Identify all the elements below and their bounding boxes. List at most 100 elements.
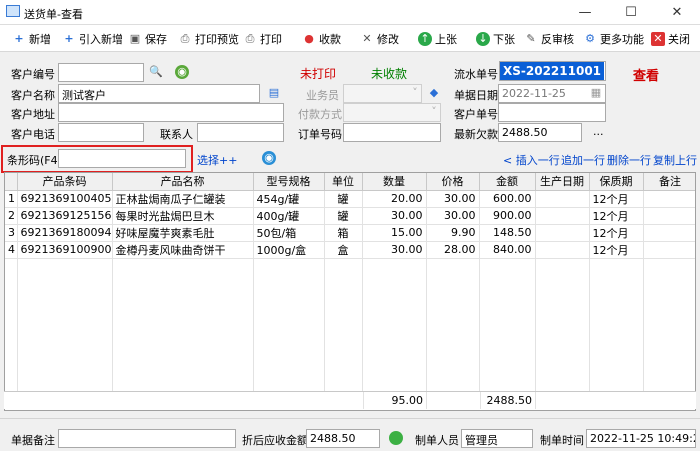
table-cell[interactable]	[112, 360, 254, 377]
table-cell[interactable]	[5, 360, 18, 377]
table-row[interactable]: 1 6921369100405 正林盐焗南瓜子仁罐装 454g/罐罐 20.00 30.0…	[5, 190, 695, 208]
table-cell[interactable]	[589, 326, 644, 343]
table-cell[interactable]: 金樽丹麦风味曲奇饼干	[112, 241, 254, 259]
product-table[interactable]: 产品条码 产品名称 型号规格 单位 数量 价格 金额 生产日期 保质期 备注 1 692136910…	[4, 172, 696, 411]
customer-address-input[interactable]	[58, 103, 284, 122]
table-cell[interactable]	[5, 292, 18, 309]
serial-no-input[interactable]: XS-202211001	[499, 61, 606, 81]
collect-button[interactable]: ● 收款	[302, 29, 341, 49]
save-button[interactable]: ▣ 保存	[128, 29, 167, 49]
table-cell[interactable]	[643, 292, 695, 309]
table-cell[interactable]	[426, 258, 480, 275]
table-cell[interactable]	[479, 309, 536, 326]
table-cell[interactable]: 6921369125156	[17, 207, 113, 225]
table-cell[interactable]	[324, 275, 363, 292]
table-cell[interactable]	[643, 360, 695, 377]
globe-icon[interactable]: ◉	[175, 65, 189, 79]
column-header[interactable]: 单位	[324, 173, 363, 191]
column-header[interactable]: 备注	[643, 173, 695, 191]
table-cell[interactable]: 12个月	[589, 241, 644, 259]
table-cell[interactable]	[535, 207, 590, 225]
table-cell[interactable]: 50包/箱	[253, 224, 325, 242]
table-cell[interactable]	[253, 292, 325, 309]
table-cell[interactable]	[643, 258, 695, 275]
table-cell[interactable]	[426, 326, 480, 343]
customer-card-icon[interactable]: ▤	[267, 86, 281, 100]
table-cell[interactable]	[426, 343, 480, 360]
table-cell[interactable]	[17, 292, 113, 309]
table-cell[interactable]	[362, 258, 427, 275]
table-cell[interactable]	[5, 309, 18, 326]
chevron-down-icon[interactable]: ˅	[427, 105, 441, 119]
print-button[interactable]: ⎙ 打印	[243, 29, 282, 49]
table-cell[interactable]: 30.00	[426, 190, 480, 208]
table-cell[interactable]	[535, 360, 590, 377]
table-cell[interactable]	[643, 275, 695, 292]
table-cell[interactable]: 4	[5, 241, 18, 259]
insert-row-link[interactable]: < 插入一行	[503, 152, 560, 168]
table-cell[interactable]: 28.00	[426, 241, 480, 259]
customer-code-input[interactable]	[58, 63, 144, 82]
table-cell[interactable]	[479, 360, 536, 377]
table-cell[interactable]	[535, 309, 590, 326]
table-cell[interactable]	[253, 360, 325, 377]
table-cell[interactable]	[5, 343, 18, 360]
table-cell[interactable]	[362, 275, 427, 292]
table-cell[interactable]	[17, 360, 113, 377]
next-button[interactable]: ↓ 下张	[476, 29, 515, 49]
lookup-icon[interactable]: 🔍	[149, 65, 163, 79]
globe-icon[interactable]: ◉	[262, 151, 276, 165]
empty-row[interactable]	[5, 343, 695, 360]
table-cell[interactable]: 30.00	[362, 207, 427, 225]
table-cell[interactable]	[643, 309, 695, 326]
table-cell[interactable]	[324, 326, 363, 343]
table-cell[interactable]	[535, 292, 590, 309]
table-cell[interactable]	[426, 292, 480, 309]
calendar-icon[interactable]: ▦	[589, 86, 603, 100]
receivable-input[interactable]: 2488.50	[306, 429, 380, 448]
table-cell[interactable]: 3	[5, 224, 18, 242]
table-cell[interactable]: 1	[5, 190, 18, 208]
table-cell[interactable]	[324, 343, 363, 360]
table-cell[interactable]	[17, 326, 113, 343]
table-cell[interactable]	[535, 326, 590, 343]
customer-doc-input[interactable]	[498, 103, 606, 122]
table-cell[interactable]	[112, 343, 254, 360]
column-header[interactable]: 型号规格	[253, 173, 325, 191]
table-cell[interactable]	[589, 309, 644, 326]
table-cell[interactable]: 9.90	[426, 224, 480, 242]
column-header[interactable]: 价格	[426, 173, 480, 191]
table-cell[interactable]	[589, 292, 644, 309]
table-cell[interactable]: 每果时光盐焗巴旦木	[112, 207, 254, 225]
order-no-input[interactable]	[343, 123, 441, 142]
table-cell[interactable]	[362, 360, 427, 377]
table-cell[interactable]: 20.00	[362, 190, 427, 208]
table-cell[interactable]	[362, 309, 427, 326]
maximize-button[interactable]: ☐	[608, 0, 654, 25]
column-header[interactable]: 保质期	[589, 173, 644, 191]
table-cell[interactable]	[426, 275, 480, 292]
eraser-icon[interactable]: ◆	[427, 86, 441, 100]
table-cell[interactable]: 30.00	[362, 241, 427, 259]
unapprove-button[interactable]: ✎ 反审核	[524, 29, 574, 49]
barcode-input[interactable]	[58, 149, 186, 168]
time-input[interactable]: 2022-11-25 10:49:23	[586, 429, 696, 448]
table-cell[interactable]	[589, 360, 644, 377]
table-cell[interactable]	[535, 275, 590, 292]
table-cell[interactable]	[17, 343, 113, 360]
table-cell[interactable]: 12个月	[589, 224, 644, 242]
table-cell[interactable]	[112, 292, 254, 309]
table-cell[interactable]	[253, 326, 325, 343]
table-cell[interactable]	[589, 275, 644, 292]
table-cell[interactable]: 840.00	[479, 241, 536, 259]
table-cell[interactable]	[643, 241, 695, 259]
table-cell[interactable]: 罐	[324, 190, 363, 208]
table-cell[interactable]	[426, 360, 480, 377]
table-cell[interactable]	[112, 275, 254, 292]
table-cell[interactable]: 454g/罐	[253, 190, 325, 208]
table-cell[interactable]	[589, 343, 644, 360]
print-preview-button[interactable]: ⎙ 打印预览	[178, 29, 239, 49]
table-cell[interactable]: 盒	[324, 241, 363, 259]
table-cell[interactable]	[324, 292, 363, 309]
table-row[interactable]: 4 6921369100900 金樽丹麦风味曲奇饼干 1000g/盒盒 30.00 28.…	[5, 241, 695, 259]
